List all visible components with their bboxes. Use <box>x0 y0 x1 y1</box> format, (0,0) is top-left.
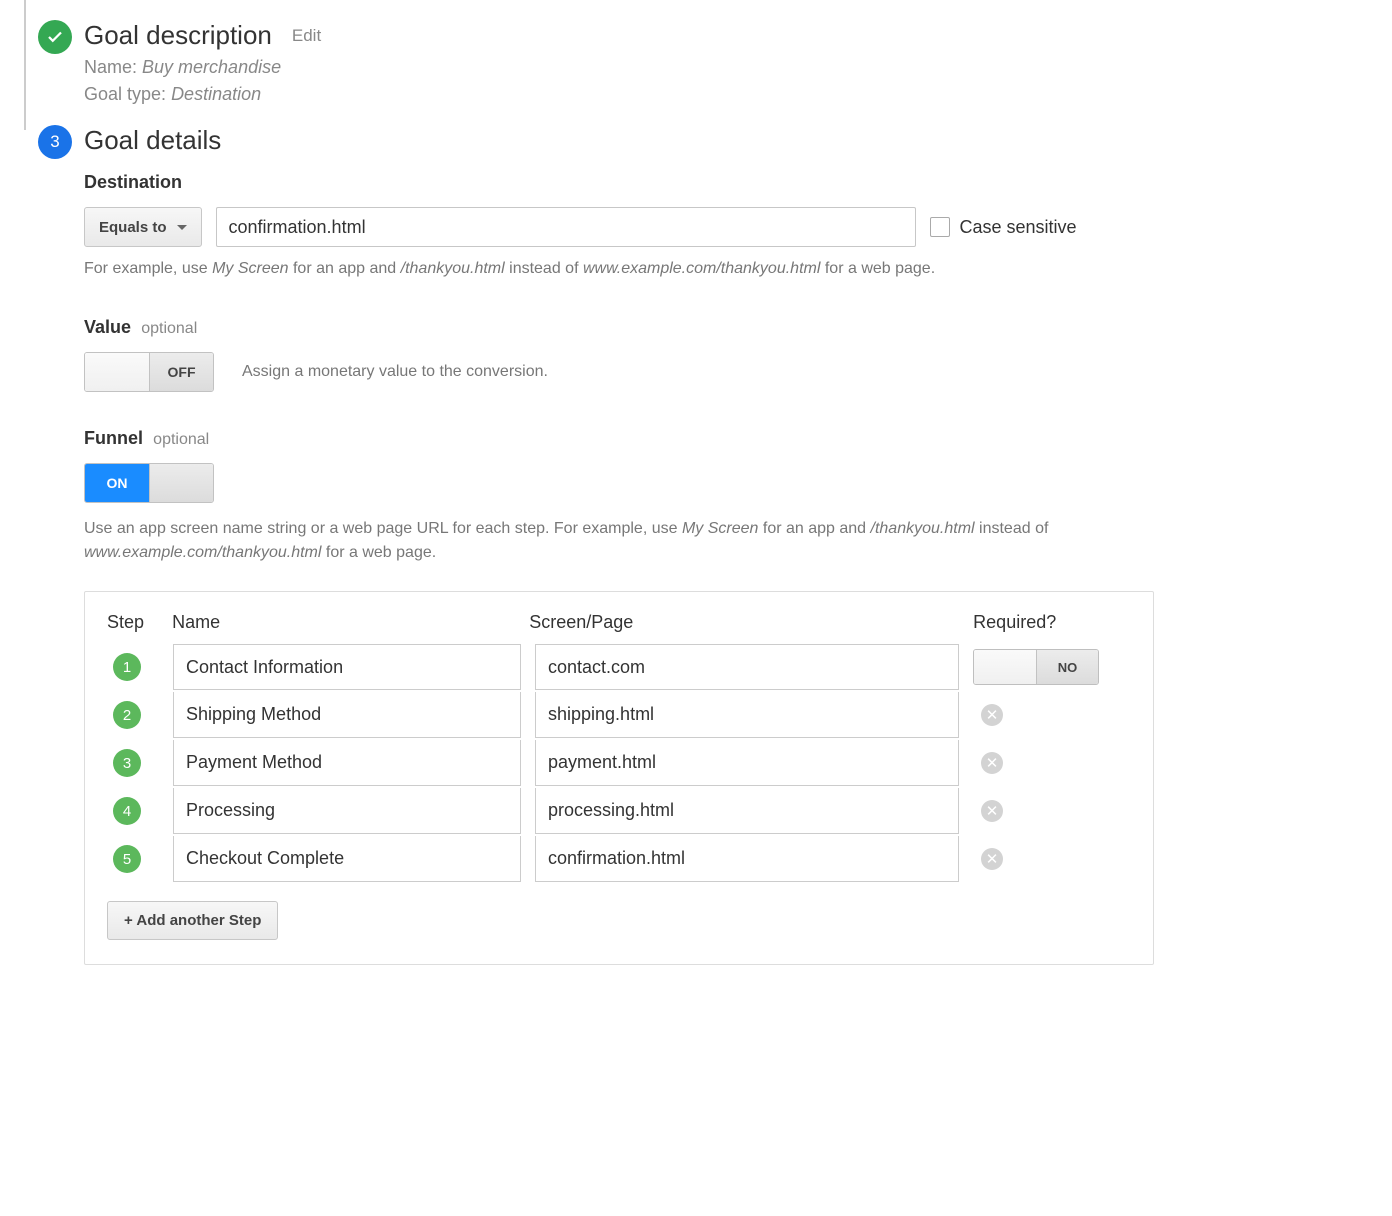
destination-label: Destination <box>84 172 1362 193</box>
step-page-input[interactable] <box>535 692 959 738</box>
funnel-step-row: 1 NO <box>107 643 1131 691</box>
funnel-label: Funnel <box>84 428 143 448</box>
step-name-input[interactable] <box>173 836 521 882</box>
value-hint: Assign a monetary value to the conversio… <box>242 363 548 381</box>
goal-type-line: Goal type: Destination <box>84 84 1362 105</box>
funnel-step-row: 3✕ <box>107 739 1131 787</box>
step-number-badge: 5 <box>113 845 141 873</box>
delete-step-icon[interactable]: ✕ <box>981 800 1003 822</box>
funnel-help: Use an app screen name string or a web p… <box>84 517 1124 565</box>
goal-name-line: Name: Buy merchandise <box>84 57 1362 78</box>
step-page-input[interactable] <box>535 644 959 690</box>
col-name-header: Name <box>172 612 529 633</box>
col-required-header: Required? <box>973 612 1131 633</box>
step-number-badge: 1 <box>113 653 141 681</box>
step-1-title: Goal description <box>84 20 272 51</box>
funnel-steps-box: Step Name Screen/Page Required? 1NO2✕3✕4… <box>84 591 1154 965</box>
step-page-input[interactable] <box>535 836 959 882</box>
funnel-toggle[interactable]: ON <box>84 463 214 503</box>
chevron-down-icon <box>177 225 187 230</box>
funnel-step-row: 2✕ <box>107 691 1131 739</box>
destination-help: For example, use My Screen for an app an… <box>84 257 1362 281</box>
step-name-input[interactable] <box>173 788 521 834</box>
checkmark-icon <box>46 28 64 46</box>
edit-link[interactable]: Edit <box>292 26 321 46</box>
destination-match-dropdown[interactable]: Equals to <box>84 207 202 247</box>
step-name-input[interactable] <box>173 692 521 738</box>
step-page-input[interactable] <box>535 788 959 834</box>
col-page-header: Screen/Page <box>529 612 973 633</box>
value-optional: optional <box>141 320 197 337</box>
value-label: Value <box>84 317 131 337</box>
funnel-step-row: 4✕ <box>107 787 1131 835</box>
step-3-badge: 3 <box>38 125 72 159</box>
step-page-input[interactable] <box>535 740 959 786</box>
step-name-input[interactable] <box>173 740 521 786</box>
add-step-button[interactable]: + Add another Step <box>107 901 278 940</box>
step-3-title: Goal details <box>84 125 1362 156</box>
step-number-badge: 2 <box>113 701 141 729</box>
step-name-input[interactable] <box>173 644 521 690</box>
step-number-badge: 4 <box>113 797 141 825</box>
step-number-badge: 3 <box>113 749 141 777</box>
case-sensitive-label: Case sensitive <box>960 217 1077 238</box>
step-1-badge <box>38 20 72 54</box>
delete-step-icon[interactable]: ✕ <box>981 848 1003 870</box>
funnel-optional: optional <box>153 431 209 448</box>
delete-step-icon[interactable]: ✕ <box>981 752 1003 774</box>
required-toggle[interactable]: NO <box>973 649 1099 685</box>
delete-step-icon[interactable]: ✕ <box>981 704 1003 726</box>
case-sensitive-checkbox[interactable] <box>930 217 950 237</box>
value-toggle[interactable]: OFF <box>84 352 214 392</box>
col-step-header: Step <box>107 612 172 633</box>
destination-input[interactable] <box>216 207 916 247</box>
funnel-step-row: 5✕ <box>107 835 1131 883</box>
